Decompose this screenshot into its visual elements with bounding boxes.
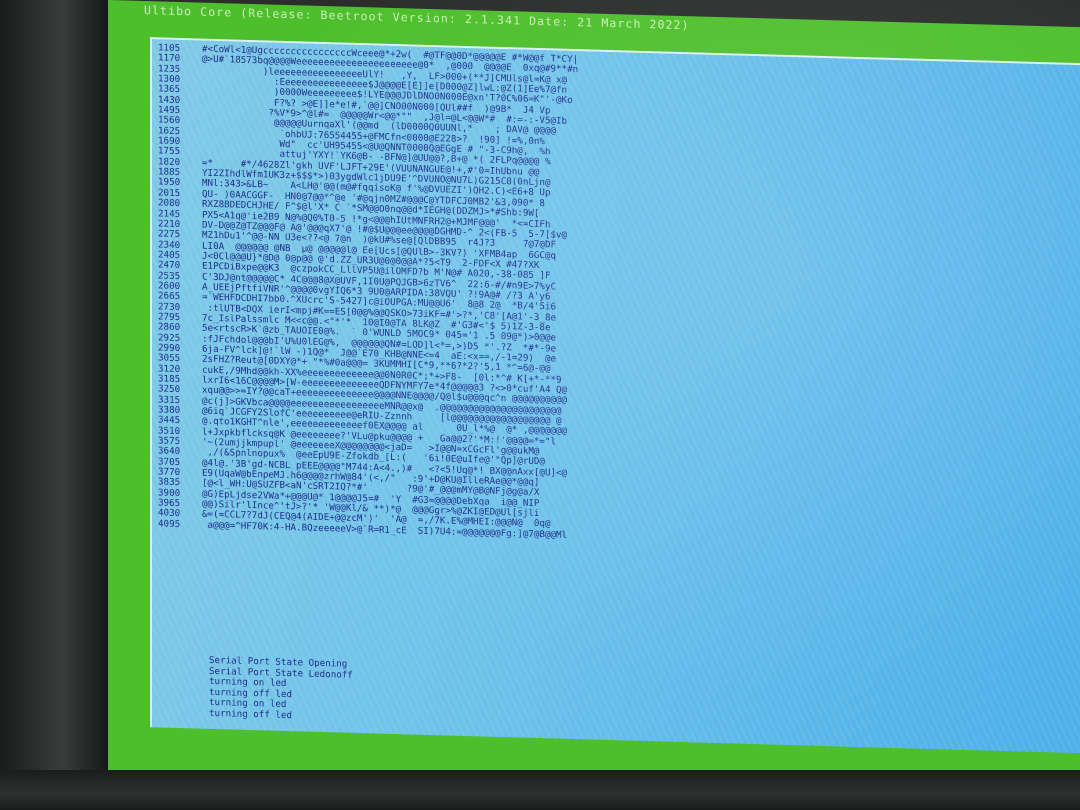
console-output: 1105 #<CoWl<1@UgccccccccccccccccWceee@*+2… — [158, 43, 658, 543]
monitor-bezel-left — [0, 0, 112, 810]
status-log: Serial Port State Opening Serial Port Sta… — [209, 655, 353, 724]
monitor-bezel-bottom — [0, 770, 1080, 810]
ultibo-screen: Ultibo Core (Release: Beetroot Version: … — [108, 0, 1080, 804]
line-number: 4095 — [158, 519, 181, 530]
console-window: 1105 #<CoWl<1@UgccccccccccccccccWceee@*+2… — [150, 37, 1080, 756]
